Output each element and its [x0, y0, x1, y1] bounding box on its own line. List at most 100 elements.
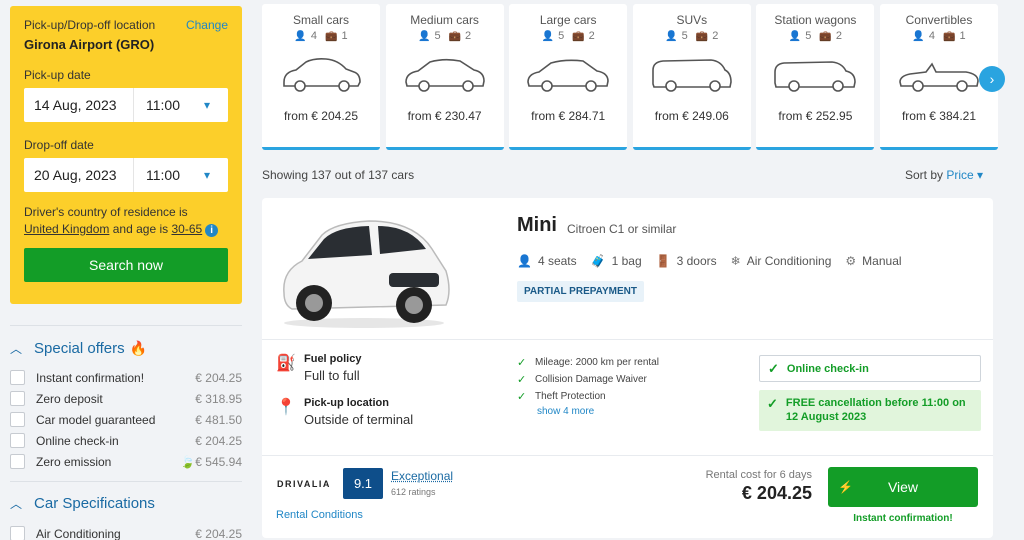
checkbox[interactable]: [10, 454, 25, 469]
card-divider: [262, 455, 993, 456]
person-icon: 👤: [912, 30, 925, 42]
inclusion-item: ✓ Theft Protection: [517, 388, 659, 405]
category-name: Medium cars: [410, 13, 479, 27]
online-checkin-text: Online check-in: [786, 362, 869, 375]
search-now-button[interactable]: Search now: [24, 248, 228, 282]
country-link[interactable]: United Kingdom: [24, 222, 109, 236]
filter-option[interactable]: Zero deposit € 318.95: [10, 388, 242, 409]
filter-option[interactable]: Zero emission 🍃 € 545.94: [10, 451, 242, 472]
category-seats: 4: [928, 30, 935, 42]
search-panel: Pick-up/Drop-off location Change Girona …: [10, 6, 242, 304]
category-name: Small cars: [292, 13, 349, 27]
pickup-time-value[interactable]: 11:00: [134, 97, 204, 113]
filter-option-price: € 545.94: [195, 454, 242, 469]
category-card[interactable]: Station wagons 👤 5 💼 2 from € 252.95: [756, 4, 875, 150]
filter-option-label: Car model guaranteed: [36, 412, 156, 427]
bag-icon: 💼: [572, 30, 585, 42]
person-icon: 👤: [541, 30, 555, 42]
check-icon: ✓: [768, 360, 779, 376]
info-icon[interactable]: i: [205, 224, 219, 237]
pickup-location: 📍 Pick-up location Outside of terminal: [276, 397, 413, 427]
category-capacity: 👤 4 💼 1: [880, 30, 998, 42]
chevron-down-icon[interactable]: ▾: [977, 168, 983, 182]
pickup-date-label: Pick-up date: [24, 68, 91, 82]
sort-control[interactable]: Sort by Price ▾: [905, 168, 983, 182]
category-card[interactable]: Small cars 👤 4 💼 1 from € 204.25: [262, 4, 380, 150]
category-seats: 5: [434, 30, 441, 42]
special-offers-header[interactable]: ︿ Special offers 🔥: [10, 340, 242, 357]
door-icon: 🚪: [655, 254, 671, 268]
category-price: from € 249.06: [654, 109, 729, 123]
show-more-link[interactable]: show 4 more: [537, 406, 659, 417]
category-card[interactable]: Medium cars 👤 5 💼 2 from € 230.47: [385, 4, 504, 150]
rental-conditions-link[interactable]: Rental Conditions: [276, 509, 363, 521]
checkbox[interactable]: [10, 370, 25, 385]
change-link[interactable]: Change: [186, 18, 228, 32]
filter-option[interactable]: Online check-in € 204.25: [10, 430, 242, 451]
car-image: [283, 220, 450, 328]
filter-option[interactable]: Instant confirmation! € 204.25: [10, 367, 242, 388]
category-name: Convertibles: [905, 13, 973, 27]
card-divider: [262, 339, 993, 340]
category-card[interactable]: Large cars 👤 5 💼 2 from € 284.71: [509, 4, 628, 150]
filter-option[interactable]: Air Conditioning € 204.25: [10, 523, 242, 540]
check-icon: ✓: [767, 396, 778, 411]
category-capacity: 👤 5 💼 2: [509, 30, 627, 42]
view-button[interactable]: ⚡ View: [828, 467, 978, 507]
rating-label[interactable]: Exceptional: [391, 469, 453, 483]
car-icon: [404, 58, 485, 92]
category-card[interactable]: SUVs 👤 5 💼 2 from € 249.06: [632, 4, 751, 150]
checkbox[interactable]: [10, 391, 25, 406]
bag-icon: 💼: [448, 30, 462, 42]
category-seats: 5: [805, 30, 812, 42]
residence-note: Driver's country of residence is United …: [24, 204, 228, 238]
category-capacity: 👤 4 💼 1: [262, 30, 380, 42]
filter-option-label: Online check-in: [36, 433, 119, 448]
chevron-down-icon[interactable]: ▾: [204, 98, 228, 112]
car-specs-header[interactable]: ︿ Car Specifications: [10, 495, 242, 512]
dropoff-date-field[interactable]: 20 Aug, 2023 11:00 ▾: [24, 158, 228, 192]
ac-value: Air Conditioning: [746, 254, 832, 268]
bag-icon: 💼: [943, 30, 956, 42]
flame-icon: 🔥: [129, 340, 148, 356]
bag-icon: 💼: [695, 30, 709, 42]
category-seats: 4: [310, 30, 317, 42]
category-name: Large cars: [539, 13, 597, 27]
pickup-date-value[interactable]: 14 Aug, 2023: [24, 88, 134, 122]
snowflake-icon: ❄: [730, 254, 741, 268]
chevron-up-icon[interactable]: ︿: [10, 495, 22, 512]
filter-option[interactable]: Car model guaranteed € 481.50: [10, 409, 242, 430]
chevron-down-icon[interactable]: ▾: [204, 168, 228, 182]
category-bags: 2: [465, 30, 472, 42]
checkbox[interactable]: [10, 412, 25, 427]
car-icon: [527, 59, 609, 92]
sort-value[interactable]: Price: [946, 168, 973, 182]
filter-option-label: Zero deposit: [36, 391, 103, 406]
category-bags: 1: [341, 30, 348, 42]
checkbox[interactable]: [10, 433, 25, 448]
category-seats: 5: [558, 30, 565, 42]
category-capacity: 👤 5 💼 2: [633, 30, 751, 42]
age-link[interactable]: 30-65: [171, 222, 202, 236]
bags-value: 1 bag: [611, 254, 642, 268]
pickup-date-field[interactable]: 14 Aug, 2023 11:00 ▾: [24, 88, 228, 122]
car-icon: [774, 61, 857, 92]
inclusion-text: Collision Damage Waiver: [535, 374, 647, 385]
fuel-policy: ⛽ Fuel policy Full to full: [276, 353, 361, 383]
dropoff-time-value[interactable]: 11:00: [134, 167, 204, 183]
filter-option-price: € 204.25: [195, 526, 242, 540]
chevron-right-icon[interactable]: ›: [979, 66, 1005, 92]
category-bags: 2: [588, 30, 595, 42]
free-cancellation-text: FREE cancellation before 11:00 on 12 Aug…: [785, 397, 966, 423]
category-capacity: 👤 5 💼 2: [386, 30, 504, 42]
dropoff-date-value[interactable]: 20 Aug, 2023: [24, 158, 134, 192]
category-bags: 1: [959, 30, 966, 42]
chevron-up-icon[interactable]: ︿: [10, 340, 22, 357]
rating-count: 612 ratings: [391, 487, 436, 497]
fuel-pump-icon: ⛽: [276, 355, 296, 372]
car-icon: [899, 62, 979, 92]
checkbox[interactable]: [10, 526, 25, 540]
dropoff-date-label: Drop-off date: [24, 138, 94, 152]
rental-price: € 204.25: [741, 483, 812, 503]
results-count: Showing 137 out of 137 cars: [262, 168, 415, 182]
